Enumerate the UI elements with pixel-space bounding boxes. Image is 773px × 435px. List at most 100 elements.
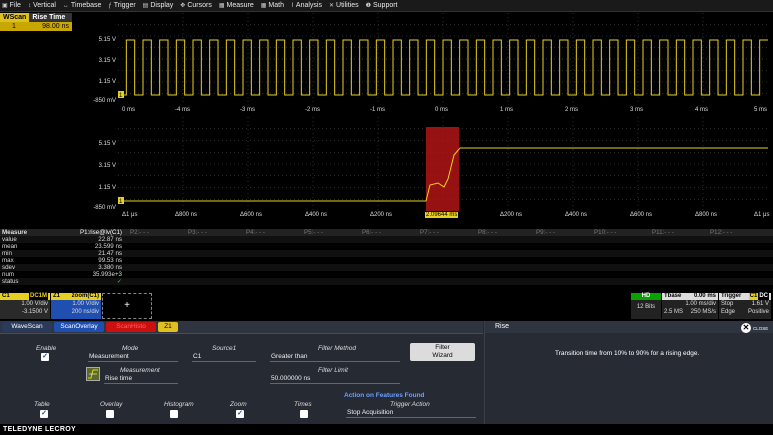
upper-grid-x-label: -1 ms: [370, 107, 385, 113]
param-slot[interactable]: P2:- - -: [122, 229, 180, 236]
filter-wizard-button[interactable]: Filter Wizard: [410, 343, 475, 361]
menu-file[interactable]: ▣ File: [2, 2, 21, 9]
param-slot[interactable]: P7:- - -: [412, 229, 470, 236]
lower-grid-x-label: Δ1 μs: [122, 212, 138, 218]
filter-method-select[interactable]: Greater than: [270, 352, 400, 362]
measure-row-value: 21.47 ns: [98, 250, 122, 257]
histogram-label: Histogram: [164, 401, 194, 408]
close-label[interactable]: CLOSE: [753, 326, 768, 331]
times-label: Times: [294, 401, 312, 408]
display-icon: ▤: [142, 3, 149, 9]
menu-trigger[interactable]: ƒ Trigger: [108, 2, 135, 9]
filter-limit-input[interactable]: 50.000000 ns: [270, 374, 400, 384]
tab-wavescan[interactable]: WaveScan: [2, 322, 52, 332]
mode-select[interactable]: Measurement: [88, 352, 178, 362]
upper-grid-x-label: 0 ms: [122, 107, 136, 113]
measure-row: min 21.47 ns: [0, 250, 773, 257]
source-select[interactable]: C1: [192, 352, 256, 362]
action-section-label: Action on Features Found: [344, 392, 425, 399]
menu-support[interactable]: ❶ Support: [366, 2, 398, 9]
param-slot[interactable]: P4:- - -: [238, 229, 296, 236]
row-index: 1: [12, 23, 16, 30]
upper-grid-x-label: -2 ms: [305, 107, 320, 113]
upper-y-label: 3.15 V: [98, 58, 116, 64]
measure-row: status ✓: [0, 278, 773, 285]
measurement-icon[interactable]: [86, 367, 100, 381]
upper-grid-x-label: 4 ms: [695, 107, 709, 113]
math-icon: ▦: [260, 3, 267, 9]
menu-analysis[interactable]: ⌇ Analysis: [291, 2, 322, 9]
measure-row-value: 3.380 ns: [98, 264, 122, 271]
upper-waveform-grid[interactable]: 1: [118, 13, 768, 105]
param-slot[interactable]: P6:- - -: [354, 229, 412, 236]
close-icon[interactable]: ✕: [741, 323, 751, 333]
measure-row-label: mean: [2, 243, 18, 250]
vertical-icon: ↕: [27, 2, 31, 9]
tab-scanhisto[interactable]: ScanHisto: [106, 322, 156, 332]
measure-row: value 22.87 ns: [0, 236, 773, 243]
measure-row: max 99.53 ns: [0, 257, 773, 264]
param-slot[interactable]: P3:- - -: [180, 229, 238, 236]
times-checkbox[interactable]: [300, 410, 308, 418]
param-slot[interactable]: P10:- - -: [586, 229, 644, 236]
lower-y-label: 1.15 V: [98, 185, 116, 191]
measure-row-label: num: [2, 271, 15, 278]
menu-timebase[interactable]: ↔ Timebase: [63, 2, 101, 9]
enable-label: Enable: [36, 345, 57, 352]
param-slot[interactable]: P8:- - -: [470, 229, 528, 236]
enable-checkbox[interactable]: ✓: [41, 353, 49, 361]
tab-scanoverlay[interactable]: ScanOverlay: [54, 322, 104, 332]
overlay-checkbox[interactable]: [106, 410, 114, 418]
measure-row-value: 35.993e+3: [92, 271, 122, 278]
trigger-action-label: Trigger Action: [390, 401, 430, 408]
help-panel: Rise ✕ CLOSE Transition time from 10% to…: [484, 321, 773, 424]
lower-y-label: 5.15 V: [98, 141, 116, 147]
wscan-header: WScan: [0, 13, 30, 22]
measure-row-label: value: [2, 236, 17, 243]
menu-vertical[interactable]: ↕ Vertical: [28, 2, 56, 9]
wavescan-table[interactable]: WScan Rise Time 1 98.00 ns: [0, 13, 72, 31]
measure-row-label: max: [2, 257, 14, 264]
histogram-checkbox[interactable]: [170, 410, 178, 418]
measure-row: sdev 3.380 ns: [0, 264, 773, 271]
lower-grid-x-label: Δ200 ns: [370, 212, 393, 218]
mode-label: Mode: [122, 345, 139, 352]
param-slot[interactable]: P12:- - -: [702, 229, 760, 236]
menu-math[interactable]: ▦ Math: [261, 2, 284, 9]
footer: TELEDYNE LECROY: [0, 425, 773, 435]
upper-grid-x-label: 5 ms: [754, 107, 768, 113]
param-slot[interactable]: P11:- - -: [644, 229, 702, 236]
menu-measure[interactable]: ▦ Measure: [219, 2, 254, 9]
overlay-label: Overlay: [100, 401, 123, 408]
brand-logo: TELEDYNE LECROY: [3, 426, 76, 433]
table-checkbox[interactable]: ✓: [40, 410, 48, 418]
wavescan-dialog: WaveScan ScanOverlay ScanHisto Z1 Enable…: [0, 321, 773, 424]
measure-row-label: min: [2, 250, 12, 257]
support-icon: ❶: [365, 3, 371, 9]
add-channel-button[interactable]: +: [102, 293, 152, 319]
filter-limit-label: Filter Limit: [318, 367, 348, 374]
timebase-descriptor[interactable]: Tbase 0.00 ms 1.00 ms/div 2.5 MS 250 MS/s: [662, 293, 718, 319]
timebase-icon: ↔: [62, 2, 69, 9]
trigger-descriptor[interactable]: Trigger C1 DC Stop 1.61 V Edge Positive: [719, 293, 771, 319]
menu-utilities[interactable]: ✕ Utilities: [329, 2, 359, 9]
menu-cursors[interactable]: ✥ Cursors: [180, 2, 212, 9]
param-slot[interactable]: P9:- - -: [528, 229, 586, 236]
p1-header[interactable]: P1:rise@lv(C1): [60, 229, 122, 236]
trigger-action-select[interactable]: Stop Acquisition: [346, 408, 476, 418]
hd-descriptor[interactable]: HD 12 Bits: [631, 293, 661, 319]
table-row[interactable]: 1 98.00 ns: [0, 22, 72, 31]
z1-descriptor[interactable]: Z1 zoom(C1) 1.00 V/div 200 ns/div: [51, 293, 101, 319]
menu-display[interactable]: ▤ Display: [143, 2, 174, 9]
c1-descriptor[interactable]: C1 DC1M 1.00 V/div -3.1500 V: [0, 293, 50, 319]
param-slot[interactable]: P5:- - -: [296, 229, 354, 236]
measure-row-value: 22.87 ns: [98, 236, 122, 243]
upper-y-label: -850 mV: [93, 98, 116, 104]
tab-z1[interactable]: Z1: [158, 322, 178, 332]
source-label: Source1: [212, 345, 237, 352]
zoom-checkbox[interactable]: ✓: [236, 410, 244, 418]
zoom-waveform-grid[interactable]: 1: [118, 117, 768, 211]
lower-grid-x-label: Δ800 ns: [695, 212, 718, 218]
scan-highlight[interactable]: [426, 127, 459, 211]
measurement-select[interactable]: Rise time: [104, 374, 178, 384]
